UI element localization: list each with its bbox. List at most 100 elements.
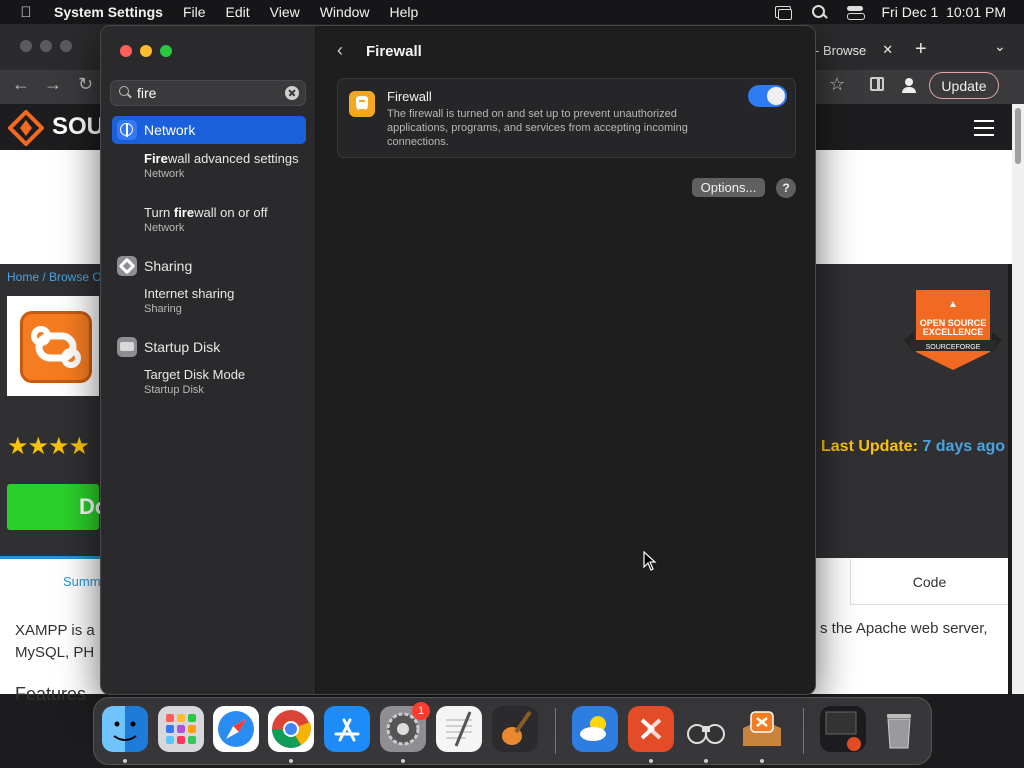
zoom-window-button[interactable] [160, 45, 172, 57]
trash-icon[interactable] [876, 706, 922, 752]
page-title: Firewall [366, 43, 422, 60]
browser-tab-label: - Browse [815, 42, 867, 58]
profile-avatar-icon[interactable] [899, 75, 919, 95]
page-scrollbar[interactable] [1012, 104, 1024, 694]
last-update-info: Last Update: 7 days ago [821, 438, 1005, 456]
remote-desktop-running-dot [649, 759, 653, 763]
system-settings-window: Network Firewall advanced settings Netwo… [100, 25, 816, 695]
firewall-card: Firewall The firewall is turned on and s… [337, 78, 796, 158]
browser-tab[interactable]: - Browse ✕ [815, 36, 900, 64]
open-source-excellence-badge: ▲ OPEN SOURCE EXCELLENCE SOURCEFORGE [904, 290, 1002, 370]
firewall-shield-icon [349, 91, 375, 117]
preview-binoculars-icon[interactable] [683, 706, 729, 752]
back-chevron-icon[interactable]: ‹ [337, 40, 343, 61]
result-category: Startup Disk [144, 384, 204, 396]
downloads-stack-icon[interactable] [820, 706, 866, 752]
menubar-clock[interactable]: Fri Dec 1 10:01 PM [882, 4, 1007, 20]
desc-line-2: MySQL, PH [15, 644, 95, 661]
browser-back-icon[interactable]: ← [12, 74, 30, 95]
disk-icon [117, 337, 137, 357]
result-category: Network [144, 222, 185, 234]
browser-zoom-dot[interactable] [60, 40, 72, 52]
chrome-icon[interactable] [268, 706, 314, 752]
search-icon [111, 80, 137, 106]
menu-edit[interactable]: Edit [216, 4, 260, 20]
bookmark-star-icon[interactable]: ☆ [829, 74, 845, 95]
search-result-internet-sharing[interactable]: Internet sharing Sharing [144, 286, 304, 316]
clear-search-icon[interactable] [285, 86, 299, 100]
remote-desktop-icon[interactable] [628, 706, 674, 752]
search-result-firewall-advanced[interactable]: Firewall advanced settings Network [144, 151, 304, 181]
result-title: Firewall advanced settings [144, 151, 299, 166]
xampp-icon[interactable] [739, 706, 785, 752]
browser-close-dot[interactable] [20, 40, 32, 52]
breadcrumb[interactable]: Home / Browse O [7, 270, 102, 284]
finder-running-dot [123, 759, 127, 763]
dock: 1 [93, 697, 932, 765]
settings-search-box[interactable] [110, 80, 306, 106]
menu-view[interactable]: View [260, 4, 310, 20]
settings-running-dot [401, 759, 405, 763]
hamburger-menu-icon[interactable] [974, 120, 994, 136]
search-result-turn-firewall[interactable]: Turn firewall on or off Network [144, 205, 304, 235]
badge-line2: EXCELLENCE [923, 327, 984, 337]
spotlight-search-icon[interactable] [810, 5, 828, 19]
menu-bar:  System Settings File Edit View Window … [0, 0, 1024, 24]
side-panel-icon[interactable] [870, 77, 884, 91]
textedit-icon[interactable] [436, 706, 482, 752]
firewall-label: Firewall [387, 89, 432, 104]
mouse-cursor-icon [643, 551, 657, 571]
browser-forward-icon[interactable]: → [44, 74, 62, 95]
result-title: Internet sharing [144, 286, 235, 301]
sidebar-item-startup-disk[interactable]: Startup Disk [112, 333, 306, 361]
apple-menu-icon[interactable]:  [0, 4, 52, 21]
browser-minimize-dot[interactable] [40, 40, 52, 52]
desc-line-1: XAMPP is a [15, 622, 95, 639]
close-window-button[interactable] [120, 45, 132, 57]
control-center-icon[interactable] [846, 5, 865, 20]
app-store-icon[interactable] [324, 706, 370, 752]
menu-window[interactable]: Window [310, 4, 380, 20]
menu-help[interactable]: Help [380, 4, 429, 20]
menu-file[interactable]: File [173, 4, 216, 20]
new-tab-icon[interactable]: + [915, 38, 927, 61]
project-description: XAMPP is a MySQL, PH [15, 620, 95, 664]
launchpad-icon[interactable] [158, 706, 204, 752]
site-name[interactable]: SOU [52, 113, 104, 141]
firewall-toggle[interactable] [748, 85, 787, 107]
project-description-right: s the Apache web server, [820, 620, 988, 637]
options-button[interactable]: Options... [692, 178, 765, 197]
tab-close-icon[interactable]: ✕ [882, 42, 893, 58]
features-heading: Features [15, 684, 87, 704]
xampp-logo-icon [20, 311, 92, 383]
garageband-icon[interactable] [492, 706, 538, 752]
minimize-window-button[interactable] [140, 45, 152, 57]
chrome-running-dot [289, 759, 293, 763]
badge-line3: SOURCEFORGE [926, 344, 981, 351]
window-switcher-icon[interactable] [774, 5, 792, 20]
browser-update-button[interactable]: Update [929, 72, 999, 99]
tab-code[interactable]: Code [850, 559, 1008, 605]
browser-reload-icon[interactable]: ↻ [78, 74, 93, 95]
download-button[interactable]: Do [7, 484, 108, 530]
result-category: Sharing [144, 303, 182, 315]
tab-list-chevron-icon[interactable]: ⌄ [994, 38, 1006, 55]
sidebar-item-sharing[interactable]: Sharing [112, 252, 306, 280]
result-category: Network [144, 168, 185, 180]
sidebar-item-network[interactable]: Network [112, 116, 306, 144]
settings-sidebar: Network Firewall advanced settings Netwo… [101, 26, 316, 694]
rating-stars-icon: ★★★★ [7, 433, 90, 460]
safari-icon[interactable] [213, 706, 259, 752]
help-button[interactable]: ? [776, 178, 796, 198]
menu-app-name[interactable]: System Settings [52, 4, 173, 20]
active-tab-indicator [0, 556, 100, 559]
search-result-target-disk-mode[interactable]: Target Disk Mode Startup Disk [144, 367, 304, 397]
tab-summary[interactable]: Summ [63, 574, 101, 589]
sourceforge-logo-icon[interactable] [8, 110, 44, 146]
finder-icon[interactable] [102, 706, 148, 752]
scrollbar-thumb[interactable] [1015, 108, 1021, 164]
last-update-value: 7 days ago [922, 438, 1006, 455]
toggle-knob [767, 87, 785, 105]
weather-icon[interactable] [572, 706, 618, 752]
settings-search-input[interactable] [137, 85, 285, 101]
